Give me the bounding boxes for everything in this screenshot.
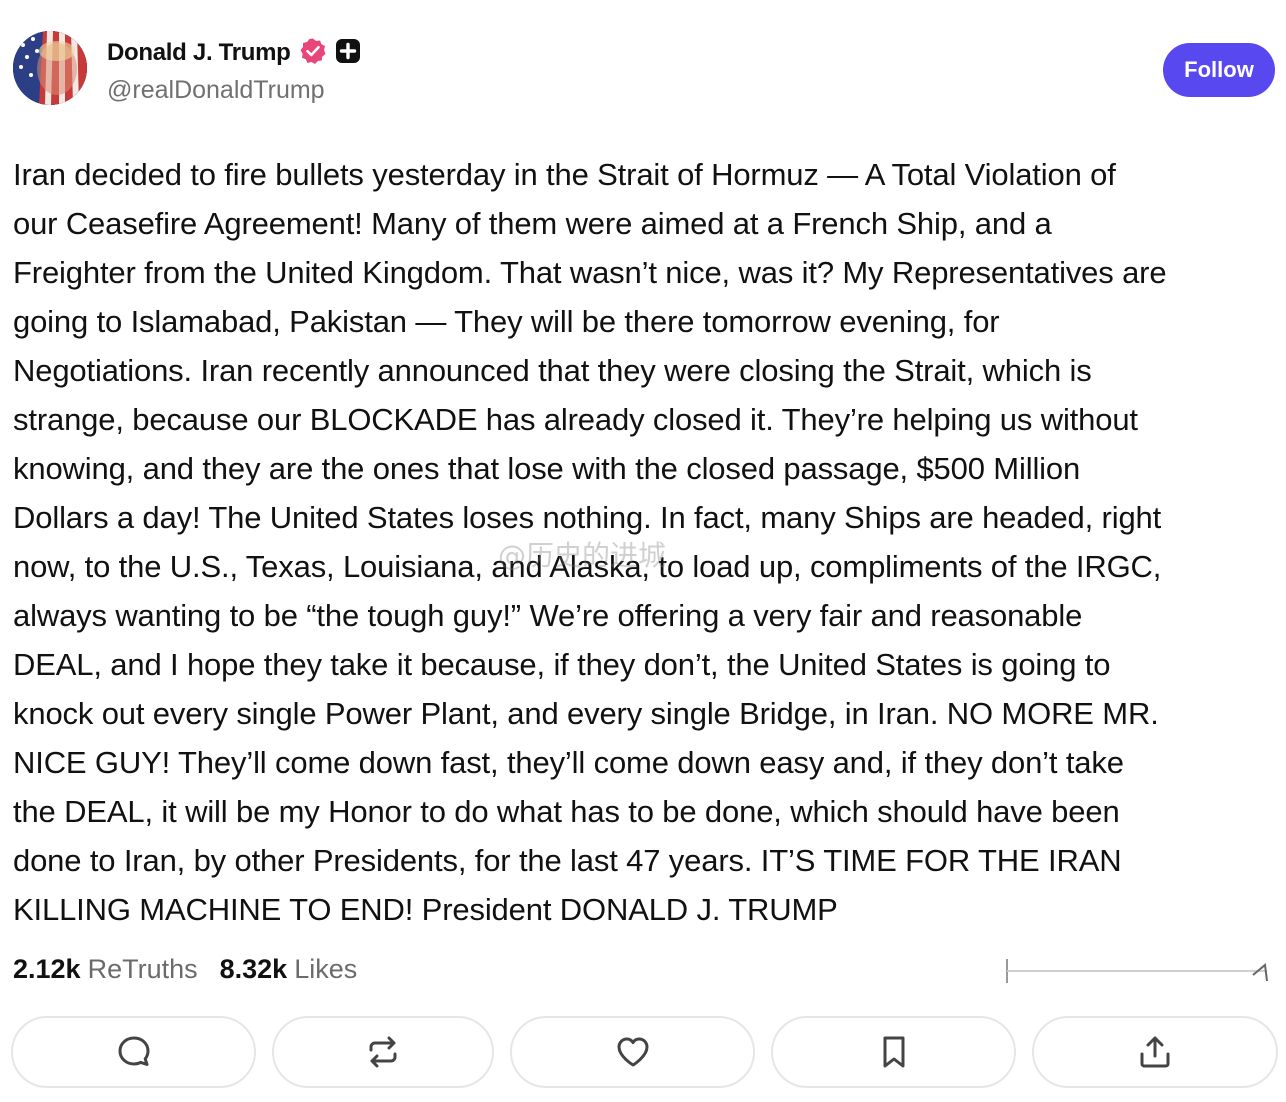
post-line: always wanting to be “the tough guy!” We… [13, 598, 1083, 633]
post-line: Negotiations. Iran recently announced th… [13, 353, 1092, 388]
display-name[interactable]: Donald J. Trump [107, 39, 291, 67]
post-stats: 2.12k ReTruths 8.32k Likes [13, 952, 357, 986]
watermark: @历史的进城 [498, 539, 667, 572]
avatar[interactable] [13, 31, 87, 105]
post-line: KILLING MACHINE TO END! President DONALD… [13, 892, 838, 927]
bookmark-button[interactable] [771, 1016, 1016, 1088]
post-line: our Ceasefire Agreement! Many of them we… [13, 206, 1052, 241]
post-line: NICE GUY! They’ll come down fast, they’l… [13, 745, 1124, 780]
retruths-count[interactable]: 2.12k [13, 954, 81, 985]
post-line: the DEAL, it will be my Honor to do what… [13, 794, 1120, 829]
stats-divider-decoration [1006, 959, 1268, 983]
post-line: DEAL, and I hope they take it because, i… [13, 647, 1111, 682]
post-line: Iran decided to fire bullets yesterday i… [13, 157, 1116, 192]
post-line: going to Islamabad, Pakistan — They will… [13, 304, 1000, 339]
author-name-row: Donald J. Trump [107, 36, 361, 70]
retruth-button[interactable] [272, 1016, 494, 1088]
like-button[interactable] [510, 1016, 755, 1088]
share-button[interactable] [1032, 1016, 1278, 1088]
post-line: knock out every single Power Plant, and … [13, 696, 1159, 731]
repost-icon [369, 1036, 397, 1068]
avatar-image [13, 31, 87, 105]
reply-button[interactable] [11, 1016, 256, 1088]
user-handle[interactable]: @realDonaldTrump [107, 76, 325, 105]
verified-badge-icon [299, 37, 327, 70]
post-line: strange, because our BLOCKADE has alread… [13, 402, 1138, 437]
bookmark-icon [883, 1036, 904, 1068]
post-line: knowing, and they are the ones that lose… [13, 451, 1081, 486]
plus-badge-icon [335, 38, 361, 69]
likes-label[interactable]: Likes [294, 954, 357, 985]
follow-button[interactable]: Follow [1163, 43, 1275, 97]
retruths-label[interactable]: ReTruths [88, 954, 198, 985]
post-line: Freighter from the United Kingdom. That … [13, 255, 1167, 290]
comment-icon [118, 1036, 149, 1066]
heart-icon [617, 1037, 648, 1067]
likes-count[interactable]: 8.32k [220, 954, 288, 985]
share-icon [1140, 1036, 1170, 1068]
post-line: done to Iran, by other Presidents, for t… [13, 843, 1122, 878]
